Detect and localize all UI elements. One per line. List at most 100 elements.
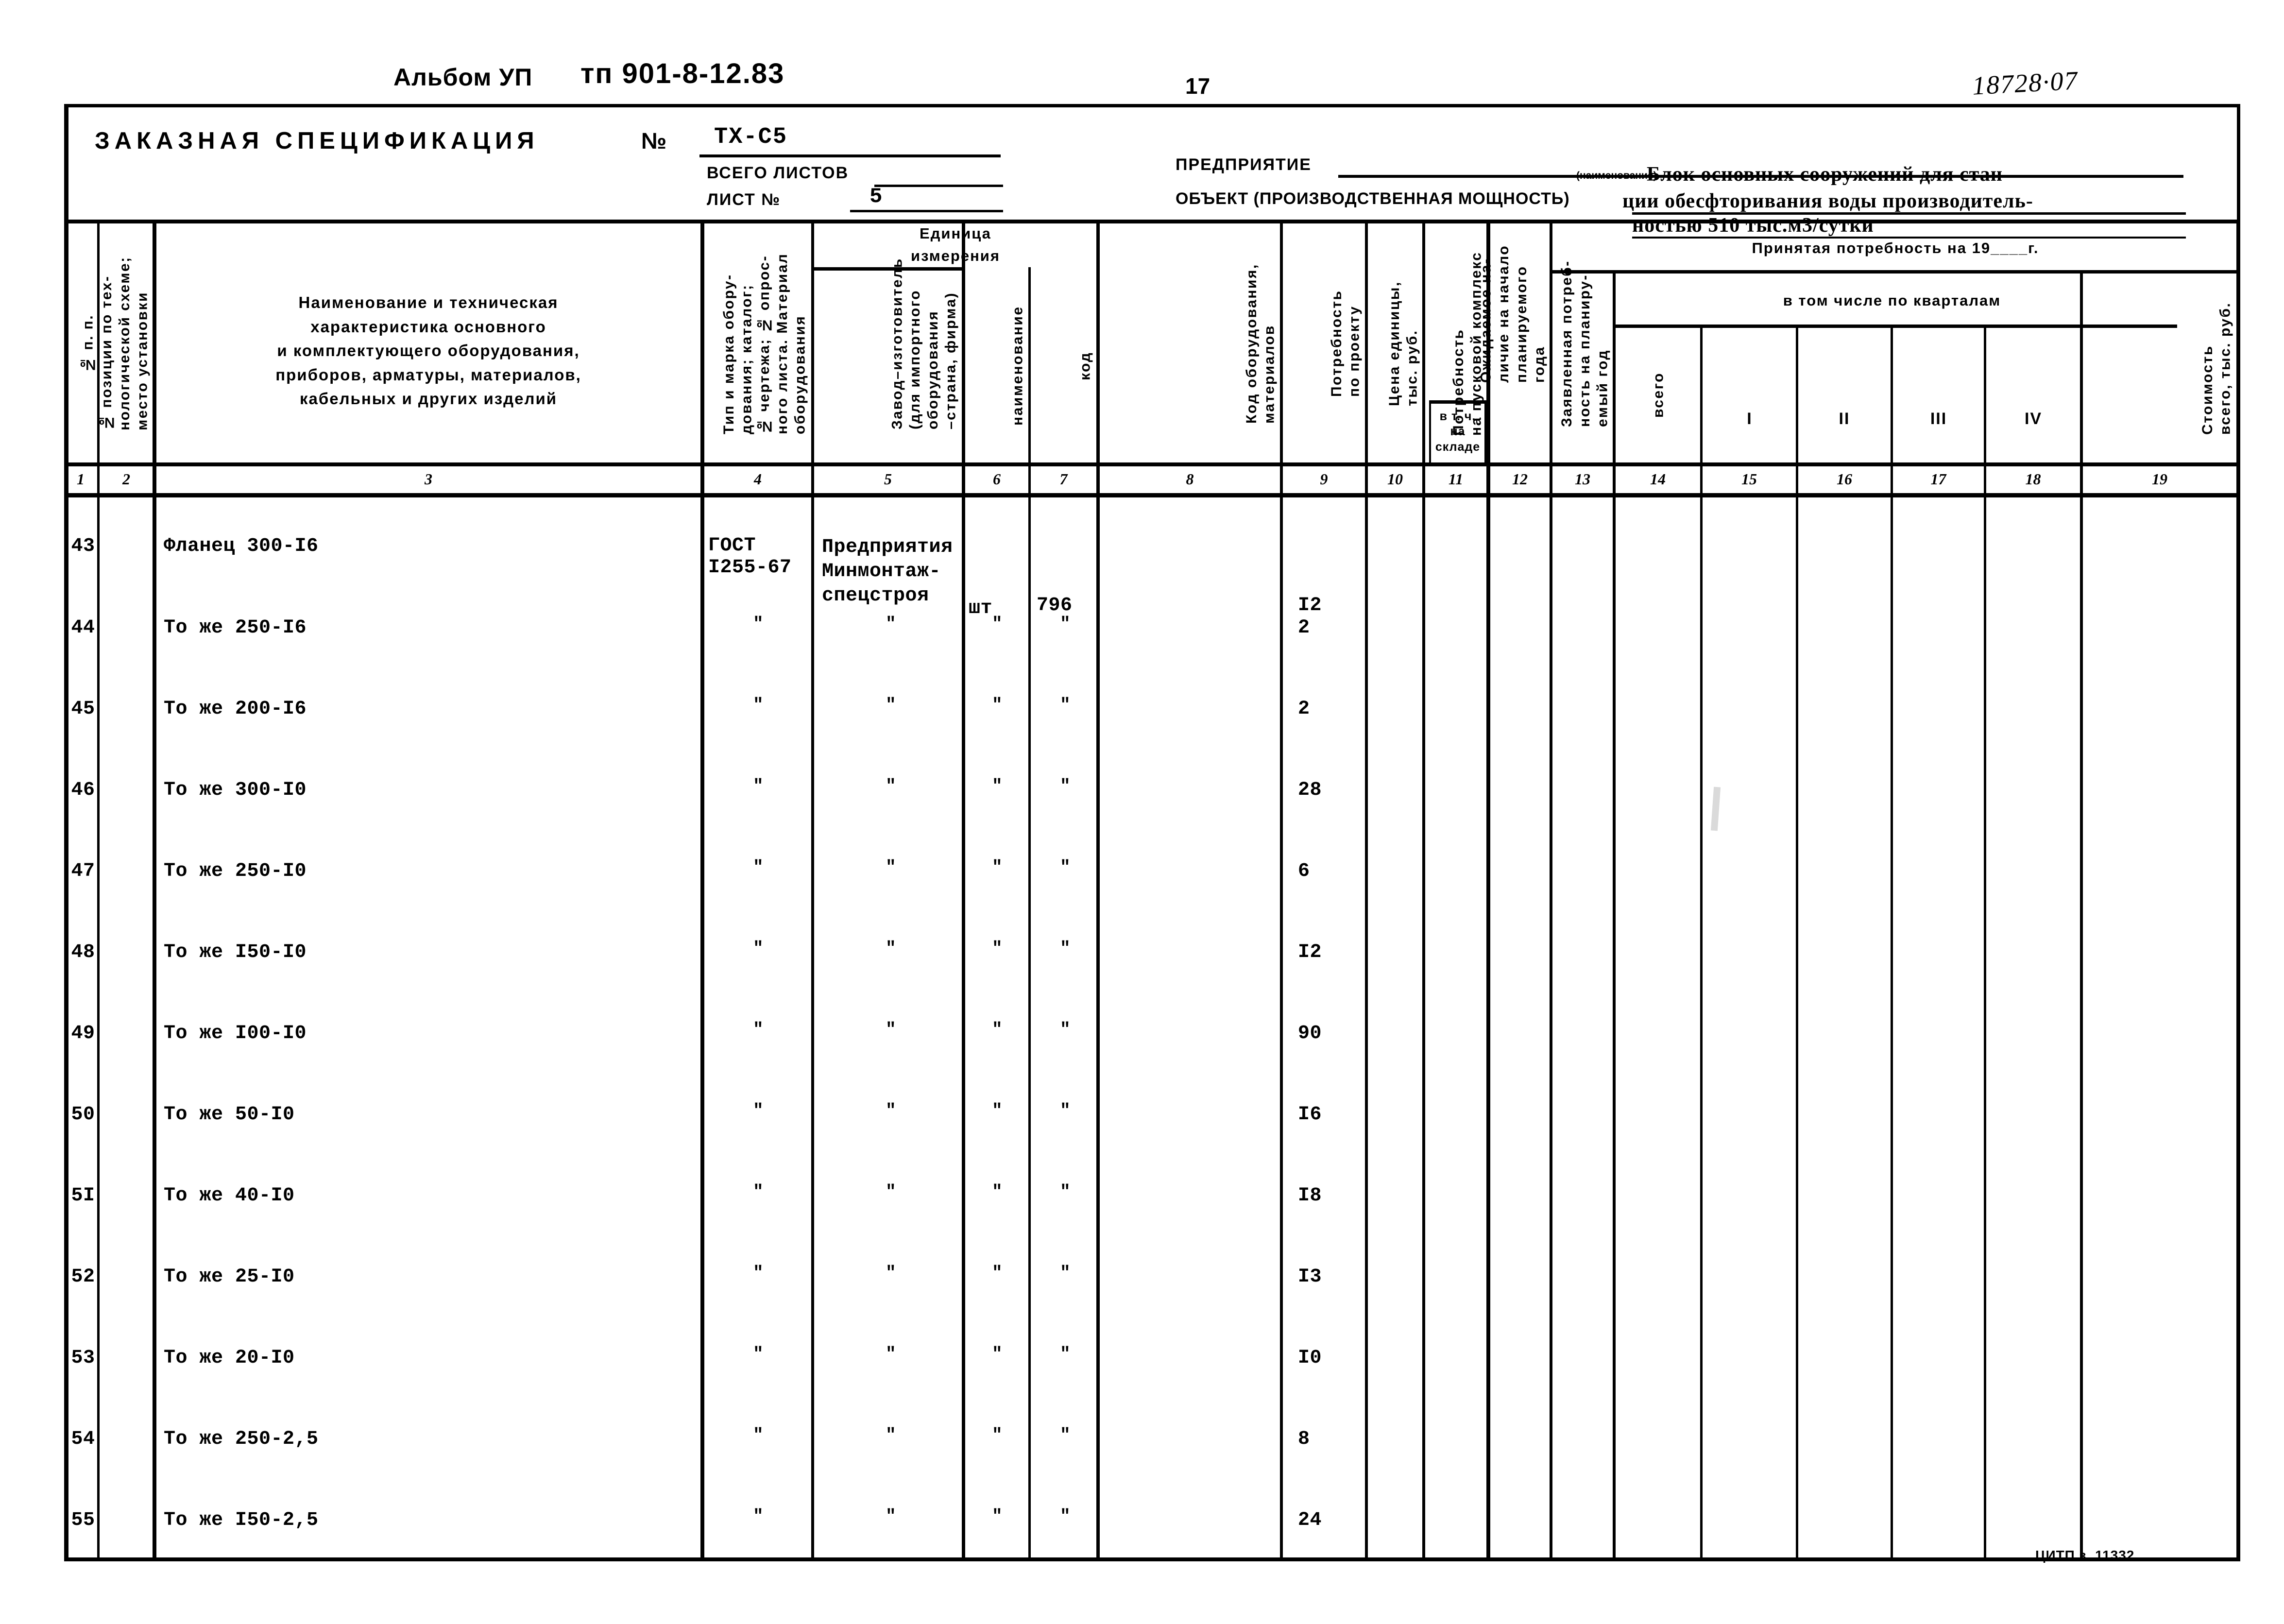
- colhead-item-number: № п. п.: [80, 314, 96, 373]
- cell-maker: ": [885, 1182, 897, 1202]
- colhead-project-demand: Потребность по проекту: [1328, 290, 1363, 397]
- cell-qty: I8: [1298, 1185, 1322, 1207]
- vline-c17-c18: [1984, 325, 1986, 1561]
- colnum-12: 12: [1512, 470, 1528, 488]
- colhead-name-characteristic: Наименование и техническая характеристик…: [275, 293, 581, 408]
- cell-maker: ": [885, 1425, 897, 1445]
- colhead-quarter-1: I: [1747, 409, 1753, 428]
- vline-c18-c19: [2080, 270, 2083, 1561]
- cell-code: ": [1059, 1101, 1071, 1121]
- enterprise-label: ПРЕДПРИЯТИЕ: [1176, 155, 1312, 174]
- cell-type: ": [752, 1182, 764, 1202]
- cell-name: То же I50-I0: [164, 941, 307, 963]
- cell-maker: ": [885, 1344, 897, 1364]
- cell-unit: ": [991, 857, 1003, 877]
- cell-unit: ": [991, 1506, 1003, 1526]
- colnum-10: 10: [1387, 470, 1403, 488]
- colnum-8: 8: [1186, 470, 1194, 488]
- cell-type: ": [752, 614, 764, 634]
- vline-left-edge: [64, 220, 68, 1561]
- vline-c15-c16: [1796, 325, 1798, 1561]
- sheet-number-label: ЛИСТ №: [707, 190, 781, 209]
- album-label: Альбом УП: [393, 64, 533, 91]
- sheet-number-value: 5: [869, 185, 883, 209]
- vline-c6-c7: [1028, 267, 1031, 1561]
- sheet-number-underline: [850, 210, 1003, 212]
- colhead-expected-stock-sub: в т. ч. на складе: [1435, 410, 1481, 454]
- cell-maker: ": [885, 1263, 897, 1283]
- colhead-type-brand: Тип и марка обору- дования; каталог; № ч…: [721, 253, 808, 434]
- object-value-line2: ции обесфторивания воды производитель-: [1622, 190, 2033, 212]
- colnum-11: 11: [1448, 470, 1464, 488]
- vline-right-edge: [2236, 220, 2240, 1561]
- colhead-quarter-4: IV: [2024, 409, 2043, 428]
- cell-no: 50: [71, 1104, 95, 1126]
- number-sign: №: [641, 128, 668, 154]
- vline-c8-c9: [1280, 220, 1283, 1561]
- object-underline-1: [1632, 212, 2186, 215]
- colhead-unit-code: код: [1077, 351, 1093, 380]
- colnum-1: 1: [77, 470, 85, 488]
- cell-name: То же 50-I0: [164, 1104, 295, 1126]
- colnum-5: 5: [884, 470, 892, 488]
- cell-code: ": [1059, 1506, 1071, 1526]
- cell-no: 54: [71, 1428, 95, 1450]
- cell-maker: ": [885, 1020, 897, 1040]
- cell-type: ": [752, 1344, 764, 1364]
- cell-qty: 2: [1298, 698, 1310, 720]
- cell-unit: ": [991, 1344, 1003, 1364]
- cell-type: ": [752, 776, 764, 796]
- cell-no: 5I: [71, 1185, 95, 1207]
- page-number: 17: [1185, 73, 1210, 99]
- colnum-17: 17: [1930, 470, 1946, 488]
- cell-qty: I2: [1298, 595, 1322, 616]
- cell-qty: I2: [1298, 941, 1322, 963]
- cell-code: ": [1059, 1182, 1071, 1202]
- cell-name: То же 250-2,5: [164, 1428, 319, 1450]
- object-label: ОБЪЕКТ (ПРОИЗВОДСТВЕННАЯ МОЩНОСТЬ): [1176, 189, 1570, 208]
- cell-maker: ": [885, 695, 897, 715]
- colhead-position-number: № позиции по тех- нологической схеме; ме…: [99, 256, 151, 431]
- cell-maker: ": [885, 1101, 897, 1121]
- vline-c5-unit: [962, 220, 965, 1561]
- cell-name: То же 250-I6: [164, 617, 307, 639]
- cell-code: ": [1059, 857, 1071, 877]
- cell-name: То же I50-2,5: [164, 1509, 319, 1531]
- vline-c9-c10: [1365, 220, 1368, 1561]
- cell-qty: 8: [1298, 1428, 1310, 1450]
- cell-no: 46: [71, 779, 95, 801]
- cell-no: 48: [71, 941, 95, 963]
- colhead-quarters-group: в том числе по кварталам: [1783, 291, 2001, 309]
- print-mark: ЦИТП з. 11332: [2035, 1548, 2135, 1563]
- cell-type: ": [752, 1506, 764, 1526]
- cell-maker: ": [885, 857, 897, 877]
- cell-qty: I0: [1298, 1347, 1322, 1369]
- cell-qty: 6: [1298, 860, 1310, 882]
- cell-no: 53: [71, 1347, 95, 1369]
- cell-no: 49: [71, 1023, 95, 1044]
- colnum-16: 16: [1837, 470, 1852, 488]
- cell-unit: ": [991, 1101, 1003, 1121]
- cell-no: 44: [71, 617, 95, 639]
- cell-name: То же 25-I0: [164, 1266, 295, 1288]
- enterprise-hint: (наименование): [1576, 170, 1657, 181]
- cell-name: То же 300-I0: [164, 779, 307, 801]
- cell-code: ": [1059, 695, 1071, 715]
- cell-name: Фланец 300-I6: [164, 535, 319, 557]
- cell-no: 43: [71, 535, 95, 557]
- colnum-3: 3: [425, 470, 432, 488]
- cell-unit: ": [991, 1425, 1003, 1445]
- vline-c16-c17: [1891, 325, 1893, 1561]
- cell-unit: ": [991, 1020, 1003, 1040]
- colnum-bottom-border: [64, 493, 2240, 497]
- colnum-2: 2: [122, 470, 130, 488]
- tp-code-label: тп 901-8-12.83: [580, 58, 785, 89]
- vline-c14-c15: [1700, 325, 1703, 1561]
- cell-unit: ": [991, 1182, 1003, 1202]
- cell-type: ": [752, 857, 764, 877]
- vline-c2-c3: [153, 220, 156, 1561]
- total-sheets-label: ВСЕГО ЛИСТОВ: [707, 164, 849, 182]
- table-bottom-border: [64, 1557, 2240, 1561]
- colhead-accepted-total: всего: [1650, 372, 1667, 418]
- cell-type: ": [752, 1020, 764, 1040]
